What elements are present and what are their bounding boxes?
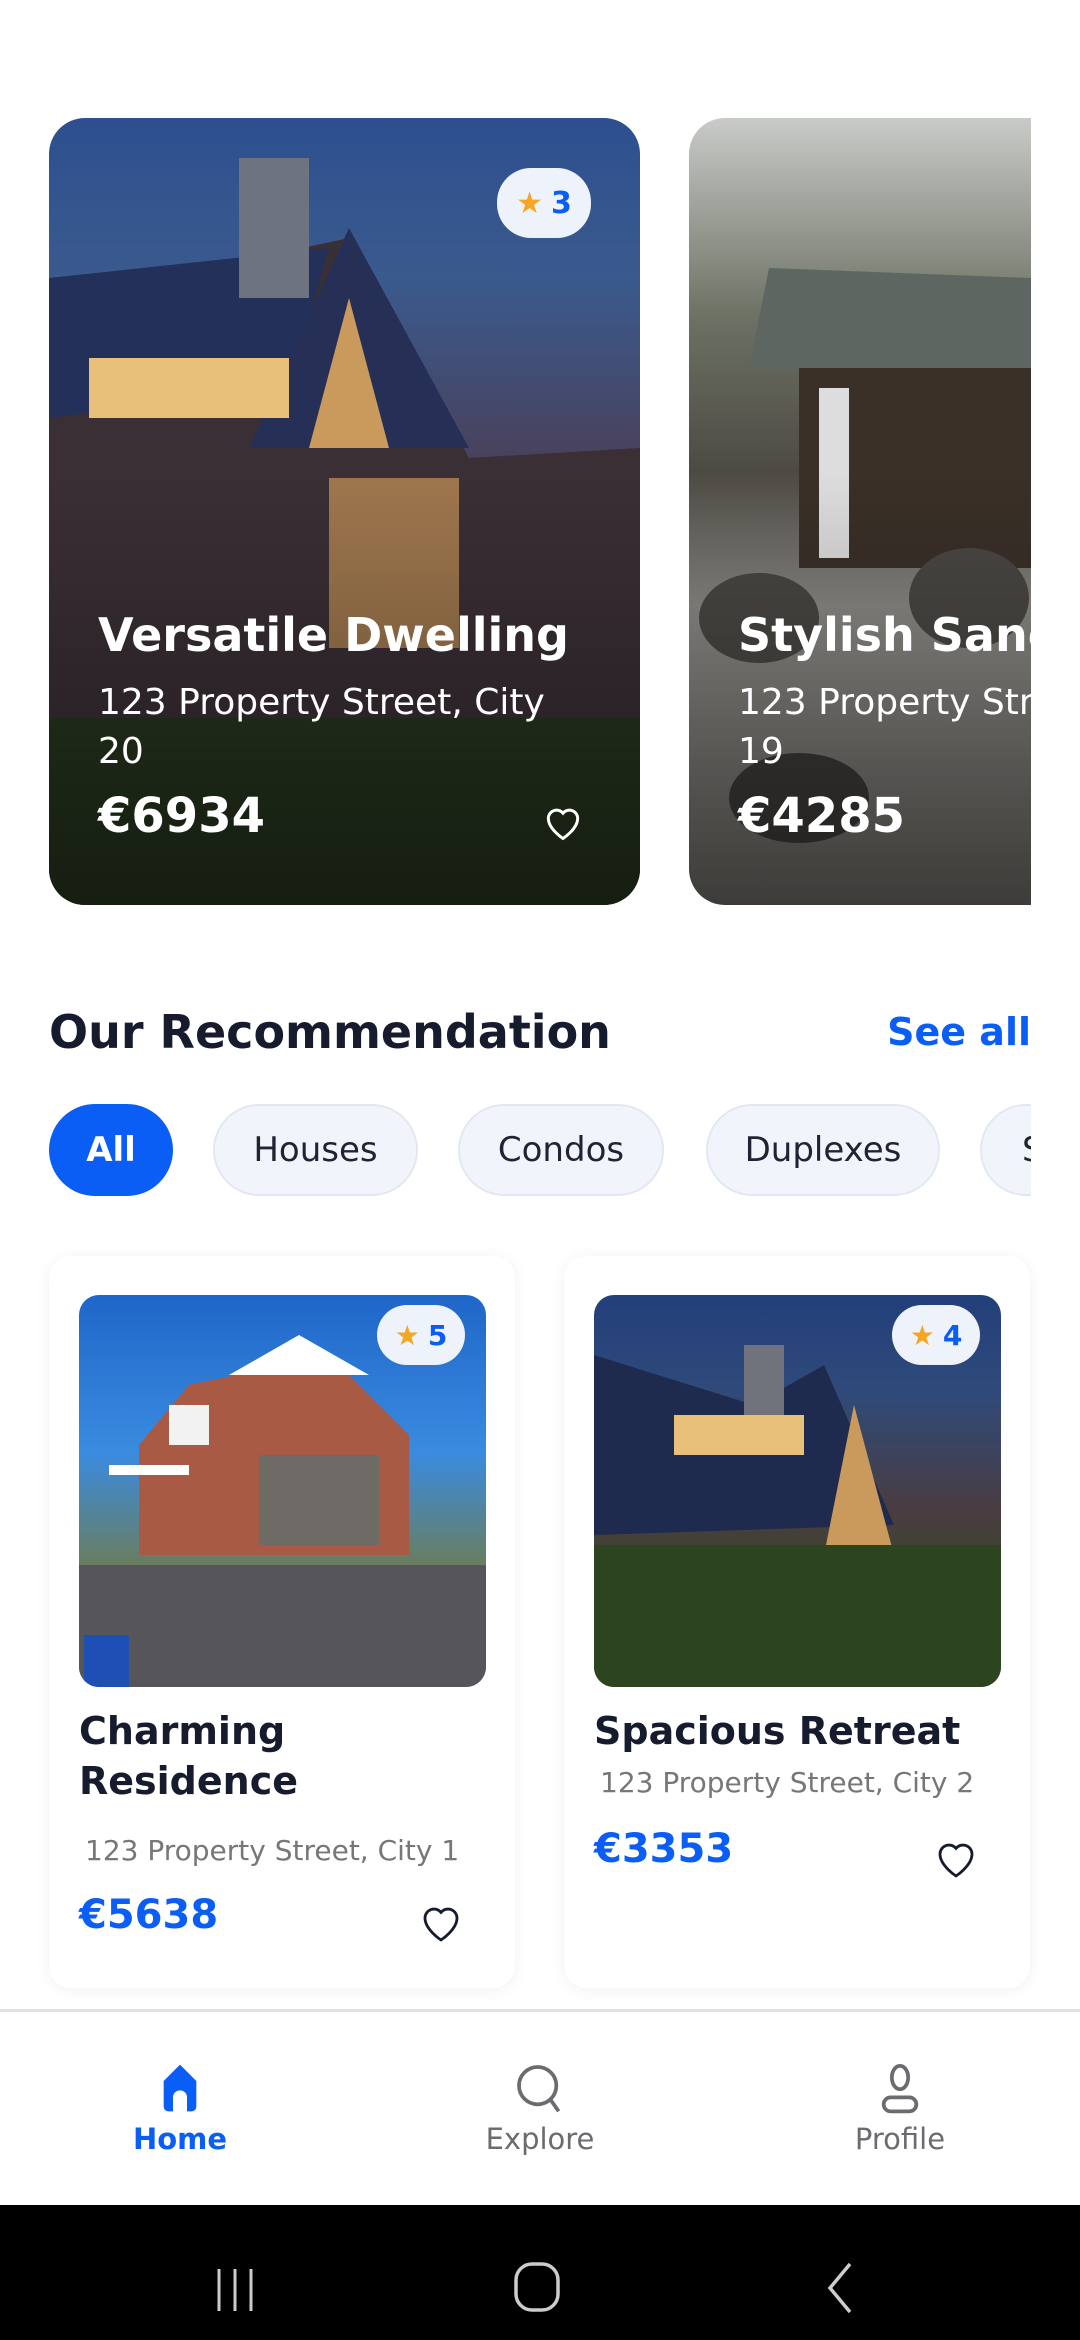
property-title: Charming Residence	[79, 1709, 299, 1803]
property-card-charming-residence[interactable]: ★ 5 Charming Residence 123 Property Stre…	[49, 1256, 515, 1988]
filter-chip-duplexes[interactable]: Duplexes	[706, 1104, 940, 1196]
rating-badge: ★ 3	[497, 168, 591, 238]
property-address: 123 Property Street, City 19	[738, 682, 1031, 772]
heart-icon[interactable]	[417, 1898, 465, 1946]
rating-badge: ★ 4	[892, 1305, 980, 1365]
nav-home[interactable]: Home	[0, 2012, 360, 2208]
filter-chip-all[interactable]: All	[49, 1104, 173, 1196]
filter-chips: All Houses Condos Duplexes S	[49, 1104, 1031, 1196]
property-address: 123 Property Street, City 20	[98, 682, 545, 772]
property-address: 123 Property Street, City 2	[600, 1766, 975, 1799]
property-address: 123 Property Street, City 1	[85, 1834, 460, 1867]
see-all-link[interactable]: See all	[887, 1010, 1031, 1054]
star-icon: ★	[909, 1318, 935, 1352]
property-image: ★ 4	[594, 1295, 1001, 1687]
home-button-icon[interactable]	[512, 2260, 562, 2316]
profile-icon	[881, 2063, 919, 2114]
filter-chip-more[interactable]: S	[980, 1104, 1031, 1196]
nav-profile[interactable]: Profile	[720, 2012, 1080, 2208]
heart-icon[interactable]	[932, 1834, 980, 1882]
star-icon: ★	[516, 185, 544, 221]
property-title: Spacious Retreat	[594, 1709, 961, 1753]
property-price: €6934	[98, 788, 265, 844]
bottom-navigation: Home Explore Profile	[0, 2009, 1080, 2205]
star-icon: ★	[394, 1318, 420, 1352]
property-price: €3353	[594, 1826, 734, 1872]
property-title: Stylish Sanctuary	[738, 608, 1031, 662]
rating-badge: ★ 5	[377, 1305, 465, 1365]
section-title: Our Recommendation	[49, 1005, 611, 1059]
property-price: €4285	[738, 788, 905, 844]
nav-explore[interactable]: Explore	[360, 2012, 720, 2208]
property-card-spacious-retreat[interactable]: ★ 4 Spacious Retreat 123 Property Street…	[564, 1256, 1030, 1988]
home-icon	[163, 2064, 197, 2112]
featured-card-versatile-dwelling[interactable]: ★ 3 Versatile Dwelling 123 Property Stre…	[49, 118, 640, 905]
heart-icon[interactable]	[541, 800, 585, 844]
property-title: Versatile Dwelling	[98, 608, 569, 662]
search-icon	[517, 2065, 561, 2113]
system-navigation-bar	[0, 2205, 1080, 2340]
property-price: €5638	[79, 1892, 219, 1938]
filter-chip-condos[interactable]: Condos	[458, 1104, 664, 1196]
back-icon[interactable]	[820, 2260, 860, 2316]
filter-chip-houses[interactable]: Houses	[213, 1104, 418, 1196]
featured-card-stylish-sanctuary[interactable]: Stylish Sanctuary 123 Property Street, C…	[689, 118, 1031, 905]
property-image: ★ 5	[79, 1295, 486, 1687]
recent-apps-icon[interactable]	[210, 2265, 260, 2315]
